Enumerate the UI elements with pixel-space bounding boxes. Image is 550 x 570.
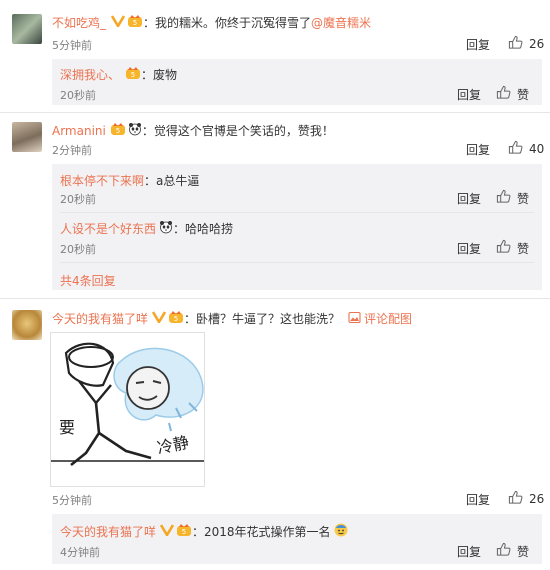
like-button[interactable]: 40 (508, 140, 544, 158)
thumb-up-icon (496, 239, 511, 257)
like-label: 赞 (517, 87, 530, 102)
meme-text-left: 要 (59, 418, 75, 437)
reply-button[interactable]: 回复 (457, 190, 481, 207)
avatar[interactable] (12, 14, 42, 44)
image-icon[interactable] (348, 311, 361, 327)
meme-text-right: 冷静 (155, 432, 190, 457)
thumb-up-icon (496, 189, 511, 207)
svg-text:5: 5 (133, 19, 137, 27)
reply-line: 根本停不下来啊 ：a总牛逼 (60, 172, 199, 189)
avatar[interactable] (12, 310, 42, 340)
reply-text: ：哈哈哈捞 (173, 222, 234, 236)
reply-button[interactable]: 回复 (457, 240, 481, 257)
like-label: 赞 (517, 241, 530, 256)
like-label: 赞 (517, 191, 530, 206)
comment-image[interactable]: 要 冷静 (50, 332, 205, 487)
comment-text: ：我的糯米。你终于沉冤得雪了 (143, 16, 312, 30)
like-button[interactable]: 26 (508, 35, 544, 53)
like-count: 40 (529, 142, 545, 156)
username[interactable]: 人设不是个好东西 (60, 220, 156, 237)
mention-link[interactable]: @魔音糯米 (311, 14, 371, 31)
svg-text:5: 5 (182, 528, 186, 536)
meme-drawing: 要 冷静 (51, 342, 204, 467)
reply-time: 20秒前 (60, 193, 96, 206)
reply-time: 4分钟前 (60, 546, 100, 559)
member-badge-icon[interactable]: 5 (127, 14, 143, 31)
reply-time: 20秒前 (60, 89, 96, 102)
thumb-up-icon (508, 140, 523, 158)
member-badge-icon[interactable]: 5 (125, 66, 141, 83)
username[interactable]: 不如吃鸡_ (52, 14, 106, 31)
username[interactable]: 今天的我有猫了咩 (60, 523, 156, 540)
avatar[interactable] (12, 122, 42, 152)
member-badge-icon[interactable]: 5 (168, 310, 184, 327)
divider (0, 298, 550, 299)
reply-text: ：废物 (141, 68, 178, 82)
thumb-up-icon (508, 490, 523, 508)
member-badge-icon[interactable]: 5 (176, 523, 192, 540)
like-button[interactable]: 赞 (496, 189, 529, 207)
panda-badge-icon[interactable] (128, 122, 142, 139)
comment-time: 5分钟前 (52, 39, 92, 52)
reply-button[interactable]: 回复 (466, 141, 490, 158)
comment-time: 5分钟前 (52, 494, 92, 507)
reply-line: 人设不是个好东西 ：哈哈哈捞 (60, 220, 233, 237)
more-replies-link[interactable]: 共4条回复 (60, 272, 116, 289)
thumb-up-icon (496, 542, 511, 560)
username[interactable]: 今天的我有猫了咩 (52, 310, 148, 327)
like-label: 赞 (517, 544, 530, 559)
like-button[interactable]: 26 (508, 490, 544, 508)
panda-badge-icon[interactable] (159, 220, 173, 237)
comment-text: ：卧槽？牛逼了？这也能洗？ (184, 312, 341, 326)
divider (60, 262, 534, 263)
like-count: 26 (529, 492, 545, 506)
reply-line: 今天的我有猫了咩 5 ：2018年花式操作第一名 (60, 522, 349, 541)
comment-line: Armanini 5 ：觉得这个官博是个笑话的，赞我！ (52, 122, 334, 139)
reply-button[interactable]: 回复 (466, 491, 490, 508)
reply-button[interactable]: 回复 (457, 543, 481, 560)
reply-button[interactable]: 回复 (466, 36, 490, 53)
vip-v-icon[interactable] (159, 524, 175, 539)
member-badge-icon[interactable]: 5 (110, 122, 126, 139)
reply-text: ：a总牛逼 (144, 174, 200, 188)
thumb-up-icon (508, 35, 523, 53)
comment-line: 今天的我有猫了咩 5 ：卧槽？牛逼了？这也能洗？ 评论配图 (52, 310, 412, 327)
vip-v-icon[interactable] (110, 15, 126, 30)
reply-line: 深拥我心、 5 ：废物 (60, 66, 177, 83)
like-button[interactable]: 赞 (496, 239, 529, 257)
like-count: 26 (529, 37, 545, 51)
like-button[interactable]: 赞 (496, 85, 529, 103)
comment-text: ：觉得这个官博是个笑话的，赞我！ (141, 124, 334, 138)
reply-time: 20秒前 (60, 243, 96, 256)
svg-text:5: 5 (174, 315, 178, 323)
username[interactable]: 深拥我心、 (60, 66, 120, 83)
username[interactable]: 根本停不下来啊 (60, 172, 144, 189)
svg-text:5: 5 (131, 71, 135, 79)
divider (0, 112, 550, 113)
thumb-up-icon (496, 85, 511, 103)
username[interactable]: Armanini (52, 124, 106, 138)
comment-line: 不如吃鸡_ 5 ：我的糯米。你终于沉冤得雪了 @魔音糯米 (52, 14, 371, 31)
vip-v-icon[interactable] (151, 311, 167, 326)
svg-text:5: 5 (116, 127, 120, 135)
comment-pic-link[interactable]: 评论配图 (364, 310, 412, 327)
comment-time: 2分钟前 (52, 144, 92, 157)
divider (60, 212, 534, 213)
reply-button[interactable]: 回复 (457, 86, 481, 103)
emoji-icon (333, 522, 349, 541)
reply-text: ：2018年花式操作第一名 (192, 525, 331, 539)
like-button[interactable]: 赞 (496, 542, 529, 560)
